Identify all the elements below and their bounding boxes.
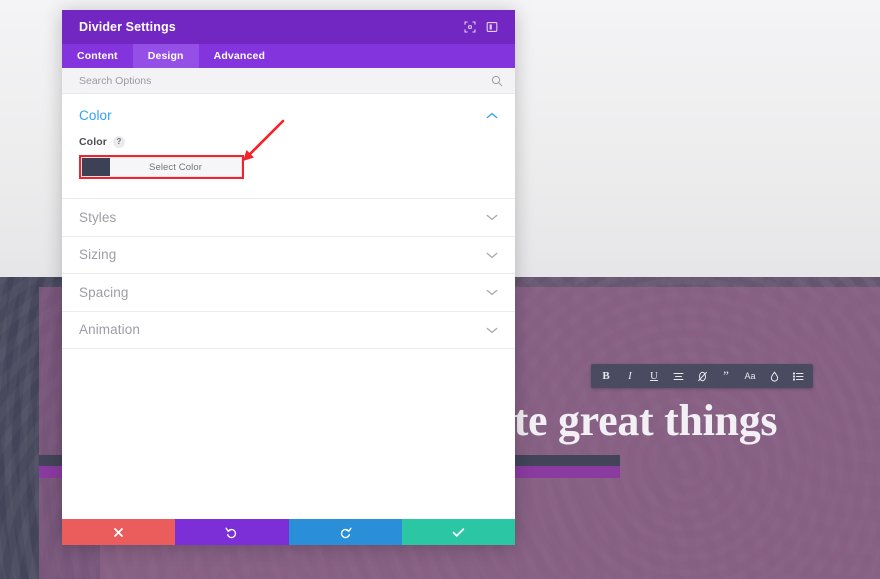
modal-body: Color Color ? Select Color Styles Sizing… (62, 94, 515, 519)
select-color-button[interactable]: Select Color (110, 158, 241, 176)
section-sizing[interactable]: Sizing (62, 237, 515, 274)
tab-design[interactable]: Design (132, 44, 199, 68)
section-styles[interactable]: Styles (62, 199, 515, 237)
divider-purple-bar (514, 466, 620, 478)
divider-module-right[interactable] (514, 455, 620, 478)
cancel-button[interactable] (62, 519, 176, 545)
section-styles-label: Styles (79, 209, 117, 225)
hero-heading: ate great things (492, 396, 778, 445)
section-spacing-label: Spacing (79, 284, 129, 300)
chevron-up-icon[interactable] (486, 112, 498, 120)
modal-title: Divider Settings (79, 20, 176, 34)
color-picker-row: Select Color (81, 157, 242, 177)
divider-settings-modal: Divider Settings Content Design Advanced (62, 10, 515, 545)
modal-footer (62, 519, 515, 545)
section-spacing[interactable]: Spacing (62, 274, 515, 312)
font-size-icon[interactable]: Aa (738, 364, 762, 388)
color-picker-annotation-box: Select Color (79, 155, 244, 179)
link-icon[interactable] (690, 364, 714, 388)
search-input[interactable] (79, 74, 491, 87)
split-view-icon[interactable] (481, 16, 503, 38)
align-icon[interactable] (666, 364, 690, 388)
search-icon[interactable] (491, 75, 503, 87)
help-icon[interactable]: ? (112, 136, 125, 148)
bold-icon[interactable]: B (594, 364, 618, 388)
color-section-title: Color (79, 108, 112, 123)
color-field-label: Color (79, 136, 107, 148)
color-swatch[interactable] (82, 158, 110, 176)
redo-button[interactable] (288, 519, 402, 545)
modal-tabs: Content Design Advanced (62, 44, 515, 68)
expand-icon[interactable] (459, 16, 481, 38)
color-section: Color Color ? Select Color (62, 94, 515, 199)
tab-advanced[interactable]: Advanced (199, 44, 280, 68)
text-format-toolbar[interactable]: B I U ” Aa (591, 364, 813, 388)
section-animation-label: Animation (79, 322, 140, 338)
italic-icon[interactable]: I (618, 364, 642, 388)
underline-icon[interactable]: U (642, 364, 666, 388)
color-section-header[interactable]: Color (79, 108, 498, 123)
search-bar (62, 68, 515, 94)
quote-icon[interactable]: ” (714, 364, 738, 388)
modal-header: Divider Settings (62, 10, 515, 44)
color-field-label-row: Color ? (79, 136, 498, 148)
divider-dark-bar (514, 455, 620, 466)
section-sizing-label: Sizing (79, 247, 117, 263)
tab-content[interactable]: Content (62, 44, 133, 68)
section-animation[interactable]: Animation (62, 312, 515, 349)
chevron-down-icon[interactable] (486, 288, 498, 296)
chevron-down-icon[interactable] (486, 326, 498, 334)
builder-canvas: ate great things B I U ” Aa Divider Sett… (0, 0, 880, 579)
chevron-down-icon[interactable] (486, 213, 498, 221)
list-icon[interactable] (786, 364, 810, 388)
chevron-down-icon[interactable] (486, 251, 498, 259)
undo-button[interactable] (175, 519, 289, 545)
save-button[interactable] (401, 519, 515, 545)
text-color-icon[interactable] (762, 364, 786, 388)
